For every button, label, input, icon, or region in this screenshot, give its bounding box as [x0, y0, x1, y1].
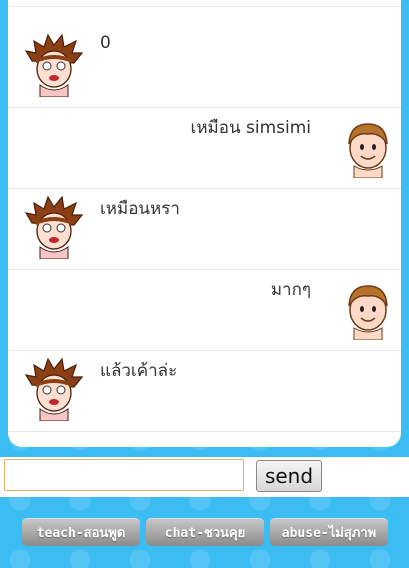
smiling-boy-avatar-icon [348, 123, 388, 178]
chat-message: แล้วเค้าล่ะ [8, 351, 401, 432]
message-text: แล้วเค้าล่ะ [100, 361, 178, 381]
sad-spiky-boy-avatar-icon [24, 33, 84, 97]
message-text: 0 [100, 33, 111, 53]
chat-message: เหมือนหรา [8, 189, 401, 270]
message-text: เหมือน simsimi [190, 118, 311, 138]
chat-panel[interactable]: 0 เหมือน simsimi เหมือนหรา มากๆ แล้วเค้า… [8, 0, 401, 447]
chat-message: มากๆ [8, 270, 401, 351]
sad-spiky-boy-avatar-icon [24, 195, 84, 259]
message-composer: send [0, 457, 409, 497]
sad-spiky-boy-avatar-icon [24, 357, 84, 421]
chat-message-partial [8, 0, 401, 7]
message-text: มากๆ [270, 280, 311, 300]
chat-button[interactable]: chat-ชวนคุย [146, 518, 264, 546]
smiling-boy-avatar-icon [348, 285, 388, 340]
message-text: เหมือนหรา [100, 199, 180, 219]
chat-message: เหมือน simsimi [8, 108, 401, 189]
send-button[interactable]: send [256, 460, 322, 492]
chat-message: 0 [8, 27, 401, 108]
message-input[interactable] [4, 459, 244, 491]
abuse-button[interactable]: abuse-ไม่สุภาพ [270, 518, 388, 546]
teach-button[interactable]: teach-สอนพูด [22, 518, 140, 546]
